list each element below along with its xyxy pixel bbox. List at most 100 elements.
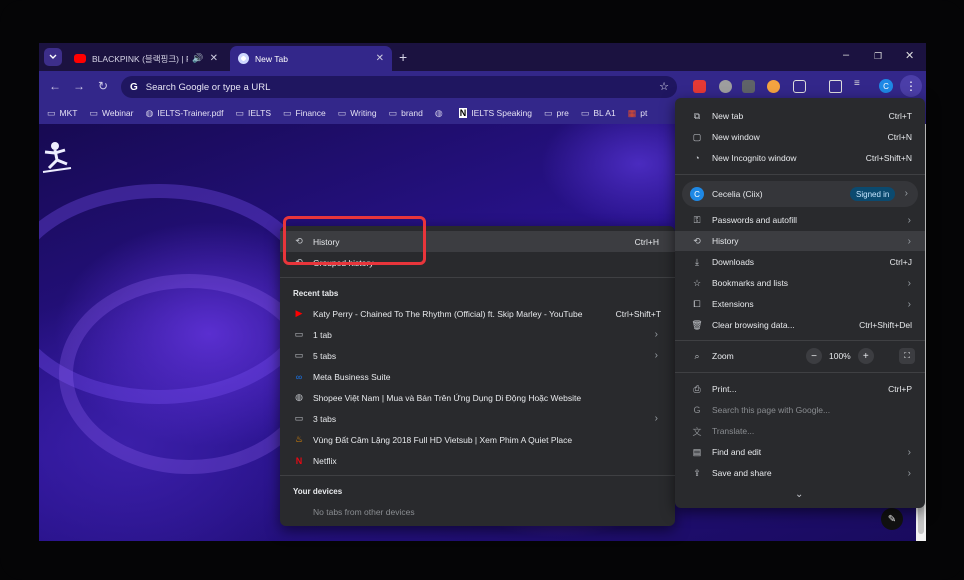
profile-avatar-icon[interactable]: C bbox=[879, 79, 893, 93]
bookmark-mkt[interactable]: ▭ MKT bbox=[47, 108, 77, 119]
menu-label: Clear browsing data... bbox=[712, 320, 795, 330]
notion-icon: N bbox=[458, 108, 468, 118]
extension-red-icon[interactable] bbox=[693, 80, 706, 93]
recent-tab-item[interactable]: ♨ Vùng Đất Câm Lặng 2018 Full HD Vietsub… bbox=[280, 429, 675, 450]
menu-clear-browsing-data[interactable]: 🗑 Clear browsing data... Ctrl+Shift+Del bbox=[675, 315, 925, 335]
omnibox[interactable]: G Search Google or type a URL ☆ bbox=[121, 76, 677, 98]
bookmark-label: Finance bbox=[295, 108, 326, 118]
recent-window-item[interactable]: ▭ 1 tab › bbox=[280, 324, 675, 345]
customize-pencil-icon[interactable]: ✎ bbox=[881, 508, 903, 530]
bookmark-pre[interactable]: ▭ pre bbox=[544, 108, 569, 119]
restore-icon[interactable]: ❐ bbox=[874, 51, 882, 62]
recent-window-item[interactable]: ▭ 3 tabs › bbox=[280, 408, 675, 429]
history-clock-icon: ⟲ bbox=[693, 235, 701, 246]
divider bbox=[675, 372, 925, 373]
bookmark-ielts-trainer[interactable]: ◍ IELTS-Trainer.pdf bbox=[145, 108, 223, 119]
forward-arrow-icon[interactable]: → bbox=[73, 79, 85, 93]
zoom-in-button[interactable]: + bbox=[857, 348, 874, 364]
menu-downloads[interactable]: ⤓ Downloads Ctrl+J bbox=[675, 252, 925, 272]
extension-record-icon[interactable] bbox=[719, 80, 732, 93]
menu-shortcut: Ctrl+Shift+N bbox=[865, 153, 912, 163]
zoom-out-button[interactable]: − bbox=[806, 348, 822, 364]
bookmark-star-icon[interactable]: ☆ bbox=[659, 80, 669, 93]
menu-find-edit[interactable]: ▤ Find and edit › bbox=[675, 442, 925, 462]
folder-icon: ▭ bbox=[89, 107, 98, 118]
puzzle-icon: ⧠ bbox=[693, 298, 701, 309]
menu-passwords[interactable]: ⚿ Passwords and autofill › bbox=[675, 210, 925, 230]
menu-extensions[interactable]: ⧠ Extensions › bbox=[675, 294, 925, 314]
menu-profile[interactable]: C Cecelia (Ciix) Signed in › bbox=[682, 181, 918, 207]
menu-new-tab[interactable]: ⧉ New tab Ctrl+T bbox=[675, 106, 925, 126]
more-items-chevron-icon[interactable]: ⌄ bbox=[795, 489, 803, 500]
window-close-icon[interactable]: ✕ bbox=[905, 49, 914, 62]
more-menu-icon[interactable]: ⋮ bbox=[900, 75, 922, 97]
reload-icon[interactable]: ↻ bbox=[98, 79, 108, 93]
printer-icon: ⎙ bbox=[693, 383, 701, 394]
chevron-right-icon: › bbox=[907, 277, 911, 289]
bookmark-label: Writing bbox=[350, 108, 377, 118]
bookmark-ielts-speaking[interactable]: N IELTS Speaking bbox=[458, 108, 532, 118]
download-icon: ⤓ bbox=[695, 256, 699, 267]
media-queue-icon[interactable]: ≡ bbox=[854, 78, 867, 91]
recent-tab-label: 5 tabs bbox=[313, 350, 337, 361]
bookmark-ielts[interactable]: ▭ IELTS bbox=[235, 108, 271, 119]
recent-tab-label: Shopee Việt Nam | Mua và Bán Trên Ứng Dụ… bbox=[313, 392, 582, 403]
chevron-right-icon: › bbox=[904, 188, 908, 199]
history-submenu: ⟲ History Ctrl+H ⟲ Grouped history Recen… bbox=[280, 226, 675, 526]
extensions-puzzle-icon[interactable] bbox=[793, 80, 806, 93]
bookmark-writing[interactable]: ▭ Writing bbox=[338, 108, 377, 119]
tab-search-button[interactable] bbox=[44, 48, 62, 66]
folder-icon: ▭ bbox=[580, 107, 590, 118]
bookmark-bl-a1[interactable]: ▭ BL A1 bbox=[581, 108, 616, 119]
globe-icon: ◍ bbox=[434, 107, 443, 118]
minimize-icon[interactable]: – bbox=[843, 49, 849, 61]
bookmark-pt[interactable]: ▦ pt bbox=[628, 108, 648, 119]
recent-tab-item[interactable]: ∞ Meta Business Suite bbox=[280, 366, 675, 387]
extension-cookie-icon[interactable] bbox=[767, 80, 780, 93]
folder-icon: ▭ bbox=[544, 107, 553, 118]
menu-history[interactable]: ⟲ History › bbox=[675, 231, 925, 251]
menu-print[interactable]: ⎙ Print... Ctrl+P bbox=[675, 379, 925, 399]
menu-save-share[interactable]: ⇪ Save and share › bbox=[675, 463, 925, 483]
bookmark-brand[interactable]: ▭ brand bbox=[389, 108, 423, 119]
youtube-icon: ▶ bbox=[295, 308, 303, 318]
new-window-icon: ▢ bbox=[692, 131, 702, 142]
tab-blackpink[interactable]: BLACKPINK (블랙핑크) | Pre 🔊 ✕ bbox=[66, 46, 226, 71]
scrollbar-thumb[interactable] bbox=[918, 504, 924, 534]
recent-tab-item[interactable]: ◍ Shopee Việt Nam | Mua và Bán Trên Ứng … bbox=[280, 387, 675, 408]
bookmark-globe[interactable]: ◍ bbox=[435, 108, 447, 119]
menu-bookmarks[interactable]: ☆ Bookmarks and lists › bbox=[675, 273, 925, 293]
tab-title: New Tab bbox=[255, 53, 288, 64]
flame-icon: ♨ bbox=[294, 434, 304, 444]
menu-new-window[interactable]: ▢ New window Ctrl+N bbox=[675, 127, 925, 147]
speaker-icon[interactable]: 🔊 bbox=[192, 53, 203, 64]
new-tab-plus-icon[interactable]: + bbox=[399, 49, 407, 65]
submenu-history-shortcut: Ctrl+H bbox=[634, 236, 659, 247]
close-tab-icon[interactable]: ✕ bbox=[376, 53, 384, 64]
folder-icon: ▭ bbox=[235, 107, 244, 118]
recent-tab-item[interactable]: ▶ Katy Perry - Chained To The Rhythm (Of… bbox=[280, 303, 675, 324]
folder-icon: ▭ bbox=[47, 107, 56, 118]
tab-new-tab[interactable]: New Tab ✕ bbox=[230, 46, 392, 71]
chevron-right-icon: › bbox=[907, 467, 911, 479]
back-arrow-icon[interactable]: ← bbox=[49, 79, 61, 93]
menu-label: New Incognito window bbox=[712, 153, 797, 163]
menu-label: History bbox=[712, 236, 739, 246]
bookmark-finance[interactable]: ▭ Finance bbox=[283, 108, 326, 119]
extension-m-icon[interactable] bbox=[742, 80, 755, 93]
menu-label: Print... bbox=[712, 384, 737, 394]
menu-label: Bookmarks and lists bbox=[712, 278, 789, 288]
chevron-right-icon: › bbox=[907, 446, 911, 458]
menu-new-incognito[interactable]: ◔ New Incognito window Ctrl+Shift+N bbox=[675, 148, 925, 168]
bookmark-label: IELTS-Trainer.pdf bbox=[157, 108, 224, 118]
recent-tab-label: Katy Perry - Chained To The Rhythm (Offi… bbox=[313, 308, 583, 319]
fullscreen-icon[interactable]: ⛶ bbox=[899, 348, 915, 364]
chevron-right-icon: › bbox=[654, 350, 658, 361]
recent-tab-item[interactable]: N Netflix bbox=[280, 450, 675, 471]
cast-icon[interactable] bbox=[829, 80, 842, 93]
menu-label: Passwords and autofill bbox=[712, 215, 798, 225]
netflix-icon: N bbox=[295, 455, 303, 466]
bookmark-webinar[interactable]: ▭ Webinar bbox=[89, 108, 133, 119]
close-tab-icon[interactable]: ✕ bbox=[210, 53, 218, 64]
recent-window-item[interactable]: ▭ 5 tabs › bbox=[280, 345, 675, 366]
